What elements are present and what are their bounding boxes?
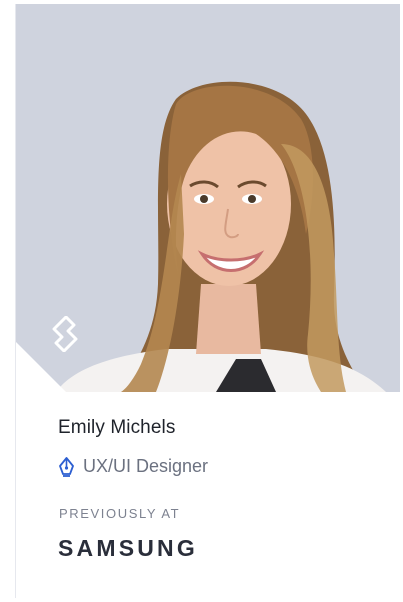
profile-photo xyxy=(16,4,400,392)
toptal-logo-icon xyxy=(52,316,78,352)
role-label: UX/UI Designer xyxy=(83,456,209,476)
company-logo-text: SAMSUNG xyxy=(58,535,198,561)
profile-name: Emily Michels xyxy=(58,417,176,438)
previously-at-label: PREVIOUSLY AT xyxy=(59,506,181,521)
profile-card[interactable]: Emily Michels UX/UI Designer PREVIOUSLY … xyxy=(15,4,400,598)
profile-role: UX/UI Designer xyxy=(58,456,208,477)
pen-nib-icon xyxy=(59,456,74,477)
profile-info: Emily Michels UX/UI Designer PREVIOUSLY … xyxy=(16,392,400,598)
